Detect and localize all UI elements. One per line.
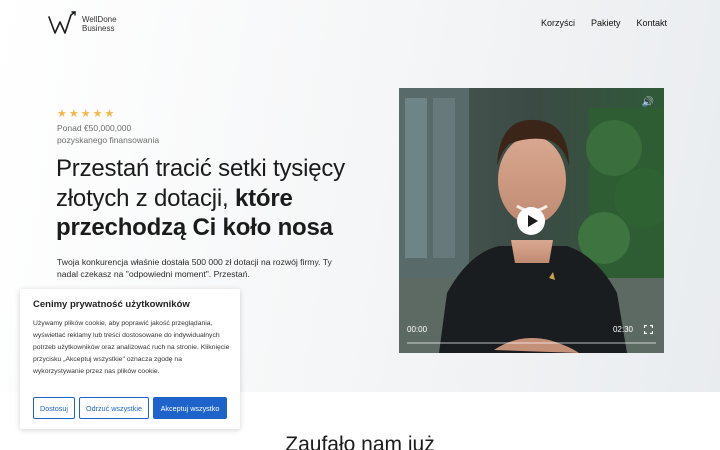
star-icon: ★ bbox=[104, 108, 115, 120]
headline-regular: Przestań tracić setki tysięcy złotych z … bbox=[56, 155, 345, 212]
video-duration: 02:30 bbox=[612, 325, 633, 334]
funding-raised-amount: Ponad €50,000,000 bbox=[57, 123, 132, 133]
site-header: WellDone Business Korzyści Pakiety Konta… bbox=[0, 0, 720, 48]
cookie-banner-title: Cenimy prywatność użytkowników bbox=[33, 299, 190, 310]
star-icon: ★ bbox=[57, 108, 67, 120]
funding-raised: Ponad €50,000,000 pozyskanego finansowan… bbox=[57, 123, 187, 146]
funding-raised-caption: pozyskanego finansowania bbox=[57, 134, 160, 145]
fullscreen-icon[interactable] bbox=[644, 325, 653, 334]
trusted-by-heading: Zaufało nam już bbox=[285, 433, 435, 450]
hero-subtext: Twoja konkurencja właśnie dostała 500 00… bbox=[57, 257, 332, 279]
logo-line-2: Business bbox=[82, 24, 115, 33]
video-current-time: 00:00 bbox=[407, 325, 428, 334]
logo-w-icon bbox=[48, 11, 76, 34]
logo[interactable]: WellDone Business bbox=[48, 11, 117, 37]
video-player[interactable]: 🔊 00:00 02:30 bbox=[399, 88, 664, 353]
play-button[interactable] bbox=[517, 207, 545, 235]
cookie-consent-banner: Cenimy prywatność użytkowników Używamy p… bbox=[20, 289, 240, 429]
customize-cookies-button[interactable]: Dostosuj bbox=[33, 397, 75, 419]
logo-line-1: WellDone bbox=[82, 15, 117, 24]
logo-text: WellDone Business bbox=[82, 15, 117, 33]
accept-all-cookies-button[interactable]: Akceptuj wszystko bbox=[153, 397, 227, 419]
cookie-banner-text: Używamy plików cookie, aby poprawić jako… bbox=[33, 320, 230, 375]
nav-link-korzysci[interactable]: Korzyści bbox=[541, 18, 575, 28]
star-icon: ★ bbox=[80, 108, 91, 120]
nav-link-kontakt[interactable]: Kontakt bbox=[636, 18, 667, 28]
hero-headline: Przestań tracić setki tysięcy złotych z … bbox=[56, 154, 376, 243]
nav-link-pakiety[interactable]: Pakiety bbox=[591, 18, 621, 28]
main-nav: Korzyści Pakiety Kontakt bbox=[541, 18, 667, 28]
video-progress-bar[interactable] bbox=[407, 342, 656, 344]
star-icon: ★ bbox=[68, 108, 79, 120]
volume-icon[interactable]: 🔊 bbox=[642, 97, 654, 108]
reject-all-cookies-button[interactable]: Odrzuć wszystkie bbox=[79, 397, 149, 419]
play-icon bbox=[527, 215, 538, 227]
rating-stars: ★ ★ ★ ★ ★ bbox=[57, 108, 114, 120]
star-icon: ★ bbox=[92, 108, 103, 120]
